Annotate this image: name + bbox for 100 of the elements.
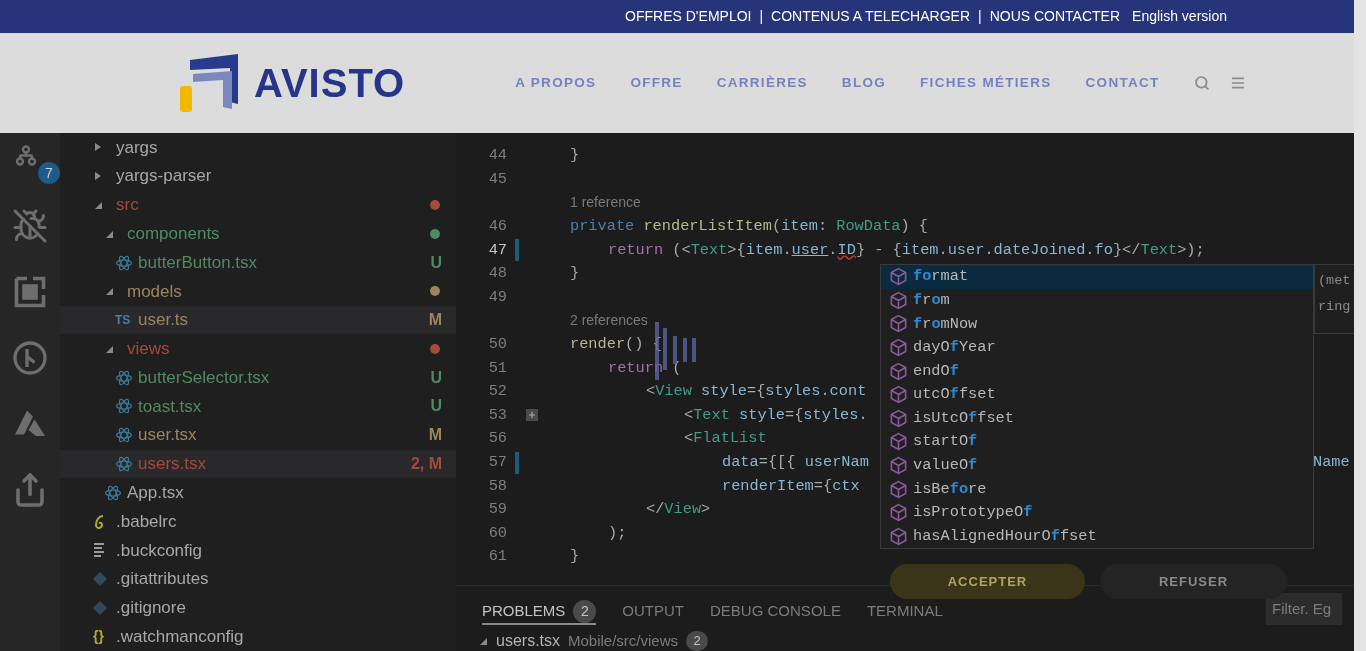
tree-row[interactable]: toast.tsx U (60, 392, 456, 421)
tree-row[interactable]: App.tsx (60, 478, 456, 508)
cube-icon (889, 456, 908, 476)
suggestion-item[interactable]: dayOfYear (881, 335, 1313, 360)
panel-tab[interactable]: DEBUG CONSOLE (710, 600, 841, 625)
suggestion-item[interactable]: endOf (881, 359, 1313, 383)
tree-row[interactable]: .gitignore (60, 593, 456, 623)
line-number: 60 (487, 522, 507, 544)
extensions-icon[interactable] (12, 274, 48, 310)
suggestion-label: from (913, 289, 950, 311)
collapsed-caret-icon[interactable] (93, 142, 103, 153)
file-name: toast.tsx (138, 395, 203, 418)
file-name[interactable]: users.tsx (496, 629, 560, 651)
file-name: users.tsx (138, 453, 208, 476)
atom-icon (115, 397, 133, 416)
source-control-icon[interactable] (14, 142, 38, 169)
suggestion-item[interactable]: valueOf (881, 453, 1313, 478)
filter-field[interactable]: Filter. Eg (1266, 592, 1342, 625)
line-number: 58 (487, 475, 507, 497)
suggestion-item[interactable]: fromNow (881, 312, 1313, 336)
suggestion-label: dayOfYear (913, 337, 996, 359)
line-number: 47 (487, 239, 507, 261)
git-status: U (430, 252, 442, 273)
expanded-caret-icon[interactable] (104, 286, 114, 297)
separator-text: | (759, 7, 764, 26)
tree-row[interactable]: .gitattributes (60, 564, 456, 594)
tree-row[interactable]: butterSelector.tsx U (60, 363, 456, 393)
atom-icon (115, 455, 133, 473)
git-status: 2, M (410, 454, 442, 474)
tree-row[interactable]: {} .watchmanconfig (60, 622, 456, 651)
suggestion-item[interactable]: from (881, 288, 1313, 313)
suggestion-item[interactable]: isBefore (881, 477, 1313, 501)
tree-row[interactable]: yargs (60, 133, 456, 162)
line-number: 44 (487, 145, 507, 167)
line-number: 48 (487, 263, 507, 285)
atom-icon (115, 253, 133, 272)
atom-icon (104, 483, 122, 502)
line-number: 57 (487, 452, 507, 474)
tree-row[interactable]: yargs-parser (60, 161, 456, 191)
tree-row[interactable]: butterButton.tsx U (60, 248, 456, 277)
page-scrollbar[interactable] (1354, 0, 1366, 651)
panel-tab[interactable]: OUTPUT (622, 600, 685, 625)
tree-row[interactable]: user.tsx M (60, 420, 456, 450)
tree-row[interactable]: components (60, 219, 456, 249)
crossed-bug-icon[interactable] (12, 208, 48, 244)
logo-icon[interactable] (180, 54, 240, 112)
top-link[interactable]: English version (1132, 6, 1227, 27)
line-number: 52 (487, 381, 507, 403)
suggestion-item[interactable]: isPrototypeOf (881, 500, 1313, 525)
file-name: .gitignore (116, 597, 187, 620)
atom-icon (115, 368, 133, 387)
file-name: yargs-parser (116, 165, 213, 188)
branch-circle-icon[interactable] (12, 340, 48, 376)
file-name: .gitattributes (116, 568, 210, 591)
suggestion-label: isUtcOffset (913, 407, 1014, 429)
git-status: U (430, 396, 442, 417)
cube-icon (889, 432, 908, 452)
code-line: <FlatList (684, 428, 767, 450)
tree-row[interactable]: .babelrc (60, 507, 456, 536)
top-link[interactable]: CONTENUS A TELECHARGER (771, 6, 970, 27)
file-name: components (127, 223, 221, 245)
suggestion-label: isBefore (913, 478, 987, 500)
collapsed-caret-icon[interactable] (93, 171, 103, 182)
tree-row[interactable]: models (60, 276, 456, 306)
tree-row[interactable]: .buckconfig (60, 535, 456, 565)
tree-row[interactable]: TS user.ts M (60, 305, 456, 335)
suggestion-label: valueOf (913, 455, 978, 477)
line-number: 51 (487, 357, 507, 379)
decline-button[interactable]: REFUSER (1100, 564, 1287, 599)
file-name: views (127, 338, 171, 361)
file-name: .watchmanconfig (116, 625, 245, 648)
top-link[interactable]: NOUS CONTACTER (989, 6, 1121, 27)
git-status: U (430, 367, 442, 388)
code-line: private renderListItem(item: RowData) { (570, 216, 929, 238)
suggestion-item[interactable]: format (881, 265, 1313, 289)
git-status: M (428, 310, 442, 331)
suggestion-item[interactable]: hasAlignedHourOffset (881, 524, 1313, 549)
atom-icon (115, 426, 133, 445)
code-line: } (570, 263, 580, 285)
details-text: ring (1318, 298, 1352, 317)
suggestion-label: hasAlignedHourOffset (913, 525, 1097, 547)
suggestion-item[interactable]: utcOffset (881, 382, 1313, 407)
panel-tab[interactable]: TERMINAL (866, 600, 943, 625)
suggestion-item[interactable]: isUtcOffset (881, 406, 1313, 431)
search-icon[interactable] (1193, 75, 1210, 91)
suggestion-item[interactable]: startOf (881, 430, 1313, 454)
accept-button[interactable]: ACCEPTER (890, 564, 1085, 599)
file-name: butterButton.tsx (138, 251, 259, 274)
expand-fold-icon[interactable] (526, 409, 538, 422)
cube-icon (889, 408, 908, 428)
codelens-text[interactable]: 1 reference (570, 192, 641, 214)
menu-icon[interactable] (1229, 75, 1246, 91)
count-badge: 2 (686, 631, 709, 651)
panel-tab[interactable]: PROBLEMS 2 (482, 600, 597, 625)
codelens-text[interactable]: 2 references (570, 310, 648, 332)
line-number: 53 (487, 404, 507, 426)
code-line: <Text style={styles. (684, 404, 868, 426)
logo-text[interactable]: AVISTO (254, 53, 406, 113)
top-link[interactable]: OFFRES D'EMPLOI (625, 6, 752, 27)
expanded-caret-icon[interactable] (478, 636, 488, 646)
